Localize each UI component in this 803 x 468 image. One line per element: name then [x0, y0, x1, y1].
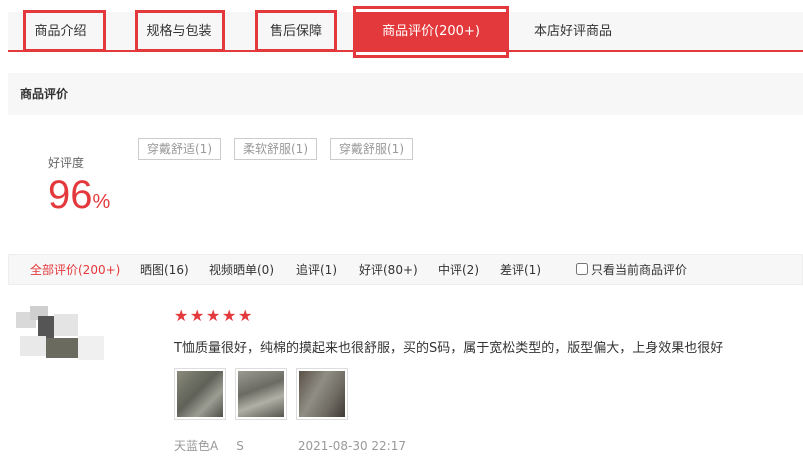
review-content: T恤质量很好，纯棉的摸起来也很舒服，买的S码，属于宽松类型的，版型偏大，上身效果…	[174, 341, 724, 356]
star-icon: ★	[222, 306, 237, 325]
review-filter-bar: 全部评价(200+) 晒图(16) 视频晒单(0) 追评(1) 好评(80+) …	[8, 254, 803, 285]
impression-tag[interactable]: 穿戴舒适(1)	[138, 138, 221, 160]
highlight-box	[23, 10, 106, 52]
tab-product-intro[interactable]: 商品介绍	[18, 10, 106, 52]
review-photo-thumbnail[interactable]	[296, 368, 348, 420]
section-title: 商品评价	[8, 73, 803, 115]
tab-store-top-rated[interactable]: 本店好评商品	[518, 12, 628, 52]
highlight-box	[255, 10, 337, 52]
only-current-checkbox[interactable]	[576, 263, 588, 275]
review-meta: 天蓝色A S 2021-08-30 22:17	[174, 437, 424, 454]
photo-image	[299, 371, 345, 417]
filter-negative[interactable]: 差评(1)	[500, 255, 541, 286]
star-icon: ★	[206, 306, 221, 325]
only-current-label: 只看当前商品评价	[591, 263, 688, 277]
review-color: 天蓝色A	[174, 439, 219, 453]
filter-video[interactable]: 视频晒单(0)	[209, 255, 274, 286]
avatar	[16, 306, 106, 362]
star-icon: ★	[238, 306, 253, 325]
filter-follow-up[interactable]: 追评(1)	[296, 255, 337, 286]
good-rate-number: 96	[48, 173, 93, 217]
impression-tag[interactable]: 穿戴舒服(1)	[330, 138, 413, 160]
highlight-box	[353, 6, 509, 58]
impression-tags: 穿戴舒适(1) 柔软舒服(1) 穿戴舒服(1)	[138, 138, 413, 160]
star-icon: ★	[174, 306, 189, 325]
filter-neutral[interactable]: 中评(2)	[438, 255, 479, 286]
tab-spec-packaging[interactable]: 规格与包装	[133, 10, 225, 52]
tab-after-sales[interactable]: 售后保障	[255, 10, 337, 52]
photo-image	[177, 371, 223, 417]
good-rate-unit: %	[92, 191, 111, 213]
tab-label: 本店好评商品	[533, 24, 612, 39]
impression-tag[interactable]: 柔软舒服(1)	[234, 138, 317, 160]
rating-stars: ★ ★ ★ ★ ★	[174, 306, 253, 325]
good-rate-label: 好评度	[48, 156, 85, 170]
review-size: S	[236, 439, 244, 453]
filter-with-photos[interactable]: 晒图(16)	[140, 255, 189, 286]
product-tab-bar: 商品介绍 规格与包装 售后保障 商品评价(200+) 本店好评商品	[8, 6, 803, 58]
good-rate-value: 96%	[48, 172, 110, 225]
tab-product-reviews[interactable]: 商品评价(200+)	[353, 6, 509, 58]
filter-positive[interactable]: 好评(80+)	[359, 255, 418, 286]
highlight-box	[135, 10, 225, 52]
filter-all[interactable]: 全部评价(200+)	[30, 255, 120, 286]
review-date: 2021-08-30 22:17	[297, 439, 406, 453]
review-photo-thumbnail[interactable]	[174, 368, 226, 420]
only-current-toggle[interactable]: 只看当前商品评价	[576, 255, 687, 286]
star-icon: ★	[190, 306, 205, 325]
review-thumbnails	[174, 368, 348, 420]
review-photo-thumbnail[interactable]	[235, 368, 287, 420]
photo-image	[238, 371, 284, 417]
